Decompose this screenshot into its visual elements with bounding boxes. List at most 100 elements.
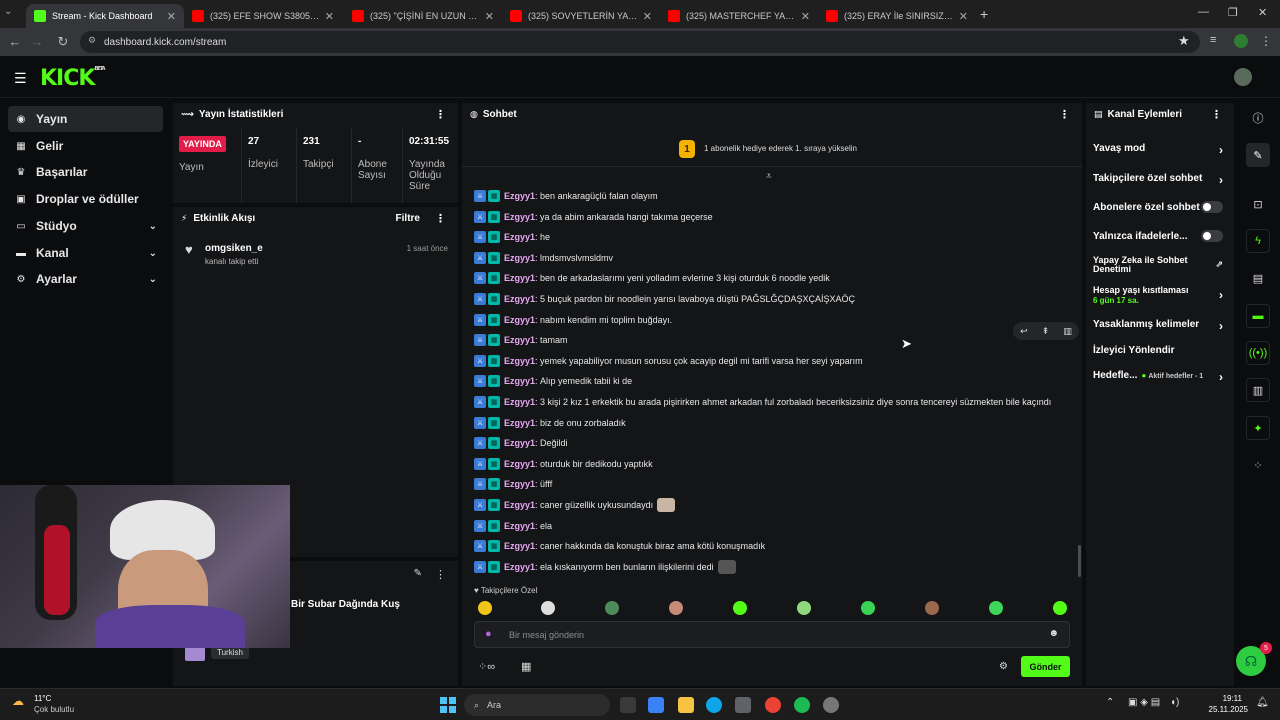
chat-username[interactable]: Ezgyy1 [504,315,535,325]
action-slow-mode[interactable]: Yavaş mod › [1093,143,1223,157]
chat-message[interactable]: ⚔ ▦ Ezgyy1: tamam [474,330,568,350]
action-emotes-only[interactable]: Yalnızca ifadelerle... [1093,230,1223,242]
tab-youtube-2[interactable]: (325) "ÇİŞİNİ EN UZUN SÜRE TU... ✕ [344,4,502,28]
chat-username[interactable]: Ezgyy1 [504,294,535,304]
close-icon[interactable]: ✕ [959,10,968,23]
more-icon[interactable]: ⋮ [1211,108,1222,121]
file-explorer-icon[interactable] [678,697,694,713]
edit-pencil-icon[interactable]: ✎ [414,568,422,579]
spotify-icon[interactable] [794,697,810,713]
sidebar-item-yayin[interactable]: ◉ Yayın [8,106,163,132]
send-button[interactable]: Gönder [1021,656,1070,677]
action-raid[interactable]: İzleyici Yönlendir [1093,345,1223,356]
chat-username[interactable]: Ezgyy1 [504,479,535,489]
chat-message[interactable]: ⚔ ▦ Ezgyy1: caner hakkında da konuştuk bir… [474,536,765,556]
weather-text[interactable]: Çok bulutlu [34,705,74,714]
chat-scrollbar[interactable] [1078,545,1081,577]
lightning-icon[interactable]: ϟ [1246,229,1270,253]
emote-icon[interactable] [669,601,683,615]
emoji-icon[interactable]: ☻ [1048,628,1059,639]
profile-avatar[interactable] [1234,34,1248,48]
mic-icon[interactable]: ● [485,628,492,640]
action-subscribers-only[interactable]: Abonelere özel sohbet [1093,201,1223,213]
chat-message[interactable]: ⚔ ▦ Ezgyy1: nabım kendim mi toplim buğdayı… [474,310,672,330]
focus-icon[interactable]: ⊡ [1246,192,1270,216]
channel-points-icon[interactable]: ⁘∞ [478,660,495,673]
chat-message[interactable]: ⚔ ▦ Ezgyy1: ben ankaragüçlü falan olayım [474,186,658,206]
chat-username[interactable]: Ezgyy1 [504,438,535,448]
reply-icon[interactable]: ↩ [1020,326,1028,337]
forward-icon[interactable]: → [26,34,48,49]
maximize-icon[interactable]: ❐ [1228,6,1238,19]
user-avatar[interactable] [1234,68,1252,86]
close-icon[interactable]: ✕ [801,10,810,23]
pin-icon[interactable]: ⇞ [1042,326,1050,337]
chat-message[interactable]: ⚔ ▦ Ezgyy1: 3 kişi 2 kız 1 erkektik bu ara… [474,392,1051,412]
chat-message[interactable]: ⚔ ▦ Ezgyy1: oturduk bir dedikodu yaptıkk [474,454,653,474]
taskbar-search[interactable]: ⌕ Ara [464,694,610,716]
tab-kick-dashboard[interactable]: Stream - Kick Dashboard ✕ [26,4,184,28]
chat-message[interactable]: ⚔ ▦ Ezgyy1: Alıp yemedik tabii ki de [474,371,632,391]
obs-icon[interactable] [823,697,839,713]
chat-username[interactable]: Ezgyy1 [504,418,535,428]
chat-username[interactable]: Ezgyy1 [504,459,535,469]
sub-goal-banner[interactable]: 1 1 abonelik hediye ederek 1. sıraya yük… [462,131,1082,167]
chat-message[interactable]: ⚔ ▦ Ezgyy1: üfff [474,474,552,494]
tray-app-icons[interactable]: ▣ ◈ ▤ [1128,697,1160,708]
chat-username[interactable]: Ezgyy1 [504,376,535,386]
event-user[interactable]: omgsiken_e [205,243,263,254]
chat-message[interactable]: ⚔ ▦ Ezgyy1: Değildi [474,433,568,453]
chat-message[interactable]: ⚔ ▦ Ezgyy1: ben de arkadaslarımı yeni yoll… [474,268,830,288]
reload-icon[interactable]: ↻ [52,34,74,50]
chat-username[interactable]: Ezgyy1 [504,541,535,551]
chat-username[interactable]: Ezgyy1 [504,335,535,345]
chat-username[interactable]: Ezgyy1 [504,562,535,572]
weather-temp[interactable]: 11°C [34,694,51,703]
tab-youtube-5[interactable]: (325) ERAY İle SINIRSIZ YEMEK... ✕ [818,4,976,28]
site-info-icon[interactable]: ⚙ [88,35,96,46]
action-ai-moderation[interactable]: Yapay Zeka ile Sohbet Denetimi ⇗ [1093,256,1223,274]
notification-bell-icon[interactable]: 🔔︎ [1256,697,1269,708]
more-icon[interactable]: ⋮ [1059,108,1070,121]
action-banned-words[interactable]: Yasaklanmış kelimeler › [1093,319,1223,333]
tab-search-icon[interactable]: ⌄ [4,6,20,22]
store-app-icon[interactable] [735,697,751,713]
close-icon[interactable]: ✕ [643,10,652,23]
close-icon[interactable]: ✕ [485,10,494,23]
action-account-age[interactable]: Hesap yaşı kısıtlaması › 6 gün 17 sa. [1093,285,1223,305]
bookmark-star-icon[interactable]: ★ [1178,33,1190,49]
chat-message[interactable]: ⚔ ▦ Ezgyy1: lmdsmvslvmsldmv [474,248,613,268]
chat-username[interactable]: Ezgyy1 [504,212,535,222]
tab-search-list-icon[interactable]: ≡ [1210,34,1216,46]
sidebar-item-studyo[interactable]: ▭ Stüdyo ⌄ [8,213,163,239]
chat-username[interactable]: Ezgyy1 [504,253,535,263]
window-close-icon[interactable]: ✕ [1258,6,1267,19]
broadcast-icon[interactable]: ((•)) [1246,341,1270,365]
action-goals[interactable]: Hedefle... ● Aktif hedefler - 1 › [1093,370,1223,384]
tab-youtube-1[interactable]: (325) EFE SHOW S3805 | ATİZ4... ✕ [184,4,342,28]
chat-username[interactable]: Ezgyy1 [504,521,535,531]
chat-message[interactable]: ⚔ ▦ Ezgyy1: biz de onu zorbaladık [474,413,626,433]
store-icon[interactable]: ▦ [521,660,531,673]
chat-message[interactable]: ⚔ ▦ Ezgyy1: 5 buçuk pardon bir noodlein ya… [474,289,855,309]
close-icon[interactable]: ✕ [325,10,334,23]
chat-message[interactable]: ⚔ ▦ Ezgyy1: ela kıskanıyorm ben bunların i… [474,557,736,577]
info-icon[interactable]: ⓘ [1246,106,1270,130]
new-tab-icon[interactable]: + [980,6,988,22]
chat-username[interactable]: Ezgyy1 [504,500,535,510]
tab-youtube-3[interactable]: (325) SOVYETLERİN YARATTIĞI... ✕ [502,4,660,28]
back-icon[interactable]: ← [4,34,26,49]
document-icon[interactable]: ▤ [1246,266,1270,290]
browser-menu-icon[interactable]: ⋮ [1260,34,1272,48]
emote-icon[interactable] [478,601,492,615]
apps-icon[interactable]: ⁘ [1246,453,1270,477]
chat-message[interactable]: ⚔ ▦ Ezgyy1: yemek yapabiliyor musun sorusu… [474,351,863,371]
delete-icon[interactable]: ▥ [1063,326,1072,337]
hamburger-menu-icon[interactable]: ☰ [14,70,27,87]
minimize-icon[interactable]: — [1198,6,1209,18]
clock-time[interactable]: 19:11 [1206,694,1242,703]
emote-icon[interactable] [797,601,811,615]
edit-icon[interactable]: ✎ [1246,143,1270,167]
chat-username[interactable]: Ezgyy1 [504,397,535,407]
chat-username[interactable]: Ezgyy1 [504,191,535,201]
